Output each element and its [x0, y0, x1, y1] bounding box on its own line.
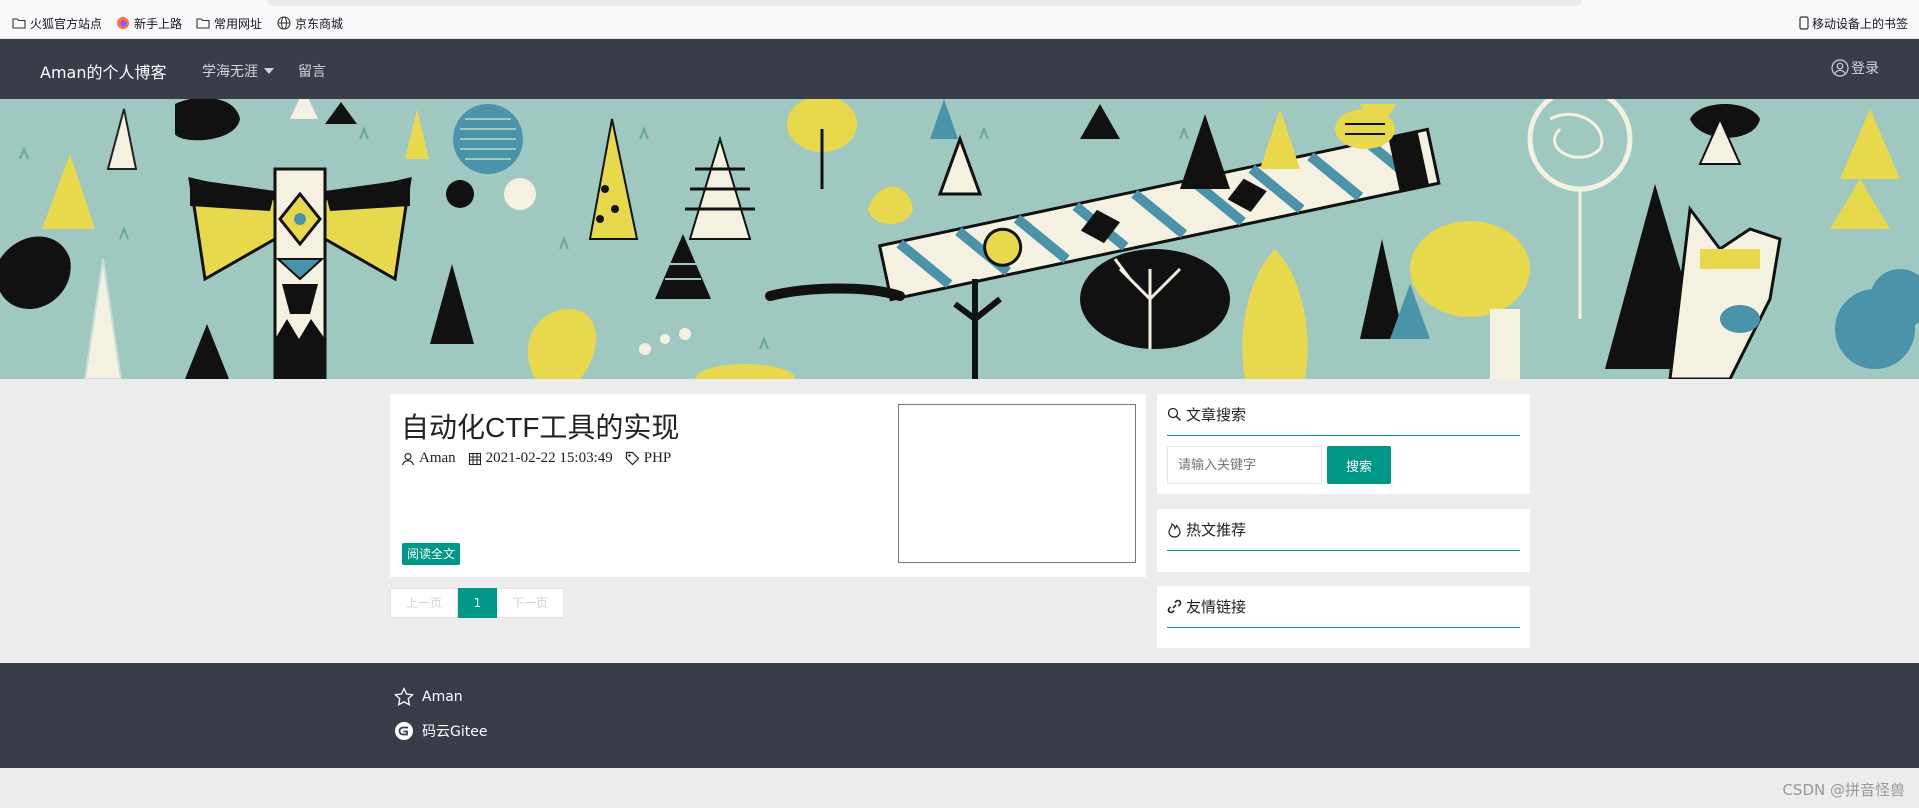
- banner-illustration: [0, 99, 1919, 379]
- article-card: 自动化CTF工具的实现 Aman 2021-02-22 15:03:49 PHP…: [390, 394, 1146, 577]
- hero-banner: [0, 99, 1919, 379]
- hot-articles-widget: 热文推荐: [1157, 509, 1530, 572]
- link-icon: [1167, 599, 1182, 614]
- article-tag[interactable]: PHP: [625, 450, 671, 467]
- tag-icon: [625, 451, 640, 466]
- friend-links-title: 友情链接: [1186, 598, 1247, 616]
- gitee-icon: [395, 722, 413, 740]
- fire-icon: [1168, 522, 1181, 538]
- friend-links-header: 友情链接: [1167, 586, 1520, 628]
- footer-link-gitee[interactable]: 码云Gitee: [394, 721, 487, 741]
- site-brand[interactable]: Aman的个人博客: [40, 59, 166, 83]
- read-more-button[interactable]: 阅读全文: [402, 543, 461, 565]
- bookmark-item[interactable]: 新手上路: [116, 13, 182, 33]
- nav-item-message[interactable]: 留言: [298, 61, 326, 81]
- footer-link-label: Aman: [422, 689, 463, 705]
- bookmarks-bar: 火狐官方站点 新手上路 常用网址 京东商城 移动设备上的书签: [0, 0, 1919, 39]
- mobile-bookmarks-label: 移动设备上的书签: [1811, 16, 1908, 31]
- nav-item-study[interactable]: 学海无涯: [202, 61, 274, 81]
- prev-page-button[interactable]: 上一页: [390, 588, 458, 618]
- site-navbar: Aman的个人博客 学海无涯 留言 登录: [0, 39, 1919, 99]
- article-date: 2021-02-22 15:03:49: [468, 450, 613, 467]
- next-page-button[interactable]: 下一页: [497, 588, 564, 618]
- footer-link-aman[interactable]: Aman: [394, 687, 463, 707]
- hot-articles-header: 热文推荐: [1167, 509, 1520, 551]
- pagination: 上一页 1 下一页: [390, 588, 564, 618]
- hot-articles-title: 热文推荐: [1186, 521, 1247, 539]
- url-bar-edge: [268, 0, 1582, 6]
- firefox-icon: [117, 17, 129, 29]
- nav-item-label: 留言: [298, 64, 326, 80]
- friend-links-widget: 友情链接: [1157, 586, 1530, 648]
- search-icon: [1167, 407, 1182, 422]
- bookmark-label: 新手上路: [134, 16, 183, 31]
- article-thumbnail[interactable]: [898, 404, 1136, 563]
- login-label: 登录: [1851, 61, 1879, 77]
- user-circle-icon: [1831, 59, 1849, 77]
- article-meta: Aman 2021-02-22 15:03:49 PHP: [401, 450, 683, 467]
- bookmark-item[interactable]: 火狐官方站点: [12, 13, 102, 33]
- bookmark-label: 火狐官方站点: [30, 16, 103, 31]
- mobile-bookmarks[interactable]: 移动设备上的书签: [1799, 13, 1908, 33]
- csdn-watermark: CSDN @拼音怪兽: [1782, 781, 1905, 799]
- bookmark-item[interactable]: 常用网址: [196, 13, 262, 33]
- article-author: Aman: [401, 450, 456, 467]
- nav-item-label: 学海无涯: [202, 64, 258, 80]
- mobile-icon: [1799, 16, 1809, 30]
- article-title[interactable]: 自动化CTF工具的实现: [401, 406, 679, 446]
- caret-down-icon: [264, 68, 274, 74]
- search-button[interactable]: 搜索: [1327, 446, 1391, 484]
- site-footer: Aman 码云Gitee: [0, 663, 1919, 768]
- folder-icon: [196, 18, 210, 29]
- bookmark-label: 京东商城: [295, 16, 344, 31]
- footer-link-label: 码云Gitee: [422, 724, 488, 740]
- search-widget-title: 文章搜索: [1186, 406, 1247, 424]
- user-icon: [401, 452, 415, 465]
- search-widget: 文章搜索 搜索: [1157, 394, 1530, 494]
- star-icon: [394, 687, 414, 707]
- globe-icon: [277, 16, 291, 30]
- current-page[interactable]: 1: [458, 588, 497, 618]
- bookmark-label: 常用网址: [214, 16, 263, 31]
- calendar-icon: [468, 452, 481, 465]
- search-widget-header: 文章搜索: [1167, 394, 1520, 436]
- folder-icon: [12, 18, 26, 29]
- search-input[interactable]: [1167, 446, 1322, 484]
- login-link[interactable]: 登录: [1831, 58, 1879, 78]
- bookmark-item[interactable]: 京东商城: [277, 13, 343, 33]
